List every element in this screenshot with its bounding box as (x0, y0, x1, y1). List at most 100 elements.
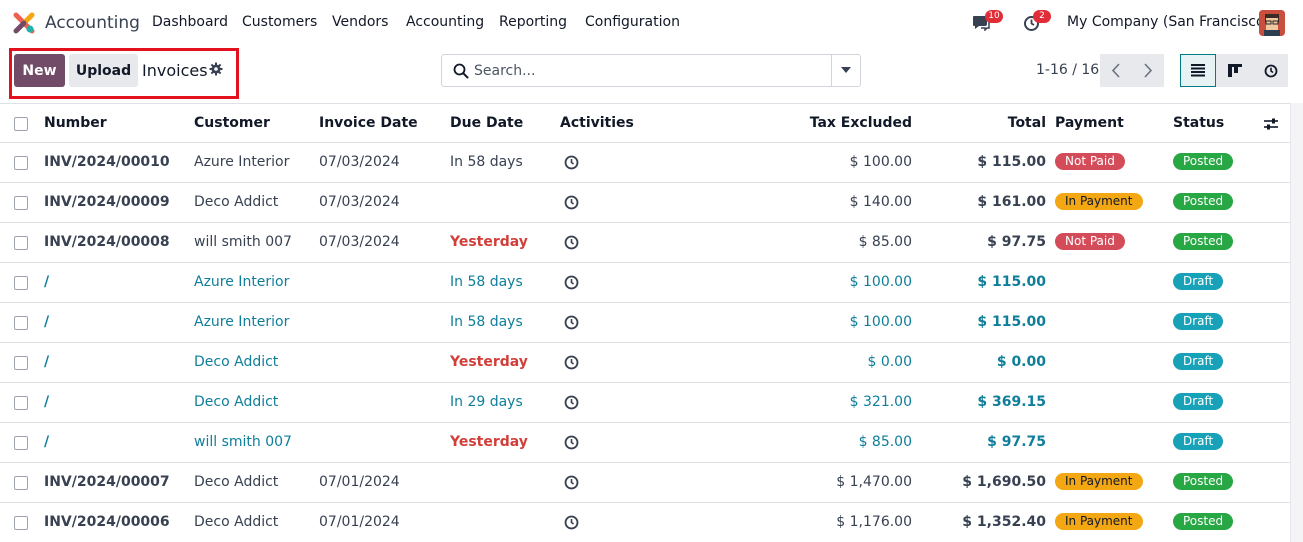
gear-icon[interactable] (209, 62, 223, 76)
column-payment[interactable]: Payment (1055, 104, 1124, 144)
table-row[interactable]: INV/2024/00006 Deco Addict 07/01/2024 $ 1,1… (0, 503, 1290, 542)
table-row[interactable]: INV/2024/00009 Deco Addict 07/03/2024 $ 140… (0, 183, 1290, 223)
search-options-toggle[interactable] (831, 55, 860, 86)
top-navbar: Accounting Dashboard Customers Vendors A… (0, 0, 1303, 46)
menu-customers[interactable]: Customers (242, 14, 317, 30)
row-total: $ 115.00 (977, 274, 1046, 290)
table-row[interactable]: INV/2024/00008 will smith 007 07/03/2024 Ye… (0, 223, 1290, 263)
column-status[interactable]: Status (1173, 104, 1224, 144)
list-view-button[interactable] (1180, 54, 1216, 87)
status-badge: Posted (1173, 192, 1234, 210)
pager-next-button[interactable] (1132, 54, 1164, 87)
activity-clock-icon[interactable] (564, 355, 579, 370)
row-customer: Azure Interior (194, 314, 290, 330)
row-tax-excluded: $ 1,470.00 (836, 474, 912, 490)
activity-clock-icon[interactable] (564, 275, 579, 290)
row-tax-excluded: $ 140.00 (849, 194, 912, 210)
row-due-date: In 29 days (450, 394, 523, 410)
pager-previous-button[interactable] (1100, 54, 1132, 87)
caret-down-icon (841, 67, 851, 73)
app-name[interactable]: Accounting (45, 13, 140, 33)
page-title[interactable]: Invoices (142, 61, 208, 80)
row-number: / (44, 274, 50, 290)
menu-dashboard[interactable]: Dashboard (152, 14, 228, 30)
table-row[interactable]: / Deco Addict Yesterday $ 0.00 $ 0.00 Draft (0, 343, 1290, 383)
company-switcher[interactable]: My Company (San Francisco) (1067, 14, 1270, 30)
activities-button[interactable]: 2 (1022, 10, 1052, 36)
row-checkbox[interactable] (14, 516, 28, 530)
menu-configuration[interactable]: Configuration (585, 14, 680, 30)
activity-clock-icon[interactable] (564, 515, 579, 530)
row-customer: Deco Addict (194, 394, 279, 410)
column-activities[interactable]: Activities (560, 104, 634, 144)
list-icon (1191, 64, 1205, 77)
row-checkbox[interactable] (14, 196, 28, 210)
menu-vendors[interactable]: Vendors (332, 14, 388, 30)
accounting-app-icon[interactable] (13, 12, 35, 34)
pager-value[interactable]: 1-16 / 16 (1036, 62, 1099, 78)
search-bar (441, 54, 861, 87)
row-customer: will smith 007 (194, 234, 292, 250)
activities-badge: 2 (1033, 10, 1051, 23)
row-checkbox[interactable] (14, 356, 28, 370)
row-checkbox[interactable] (14, 316, 28, 330)
table-header: Number Customer Invoice Date Due Date Ac… (0, 103, 1290, 143)
activity-clock-icon[interactable] (564, 395, 579, 410)
table-row[interactable]: / Azure Interior In 58 days $ 100.00 $ 115.0… (0, 263, 1290, 303)
menu-accounting[interactable]: Accounting (406, 14, 484, 30)
row-checkbox[interactable] (14, 436, 28, 450)
activity-clock-icon[interactable] (564, 155, 579, 170)
table-row[interactable]: / Deco Addict In 29 days $ 321.00 $ 369.15 Dr… (0, 383, 1290, 423)
row-checkbox[interactable] (14, 396, 28, 410)
kanban-icon (1228, 64, 1242, 77)
row-checkbox[interactable] (14, 156, 28, 170)
messages-button[interactable]: 10 (970, 10, 1010, 36)
new-button[interactable]: New (14, 54, 65, 87)
kanban-view-button[interactable] (1216, 54, 1252, 87)
row-number: / (44, 314, 50, 330)
row-due-date: Yesterday (450, 354, 528, 370)
upload-button[interactable]: Upload (69, 54, 138, 87)
row-due-date: In 58 days (450, 154, 523, 170)
row-number: / (44, 354, 50, 370)
activity-clock-icon[interactable] (564, 475, 579, 490)
status-badge: Draft (1173, 352, 1224, 370)
activity-view-button[interactable] (1252, 54, 1288, 87)
row-checkbox[interactable] (14, 276, 28, 290)
row-checkbox[interactable] (14, 476, 28, 490)
row-customer: Azure Interior (194, 274, 290, 290)
activity-clock-icon[interactable] (564, 315, 579, 330)
activity-clock-icon[interactable] (564, 235, 579, 250)
table-row[interactable]: / Azure Interior In 58 days $ 100.00 $ 115.0… (0, 303, 1290, 343)
search-input[interactable] (474, 59, 824, 83)
status-badge: Draft (1173, 312, 1224, 330)
row-customer: Azure Interior (194, 154, 290, 170)
column-total[interactable]: Total (930, 104, 1046, 144)
optional-columns-icon[interactable] (1263, 117, 1279, 131)
row-invoice-date: 07/01/2024 (319, 474, 400, 490)
row-due-date: Yesterday (450, 434, 528, 450)
row-tax-excluded: $ 100.00 (849, 274, 912, 290)
row-customer: Deco Addict (194, 514, 279, 530)
menu-reporting[interactable]: Reporting (499, 14, 567, 30)
column-invoice-date[interactable]: Invoice Date (319, 104, 418, 144)
row-customer: Deco Addict (194, 474, 279, 490)
column-number[interactable]: Number (44, 104, 107, 144)
table-row[interactable]: INV/2024/00007 Deco Addict 07/01/2024 $ 1,4… (0, 463, 1290, 503)
status-badge: Draft (1173, 432, 1224, 450)
column-due-date[interactable]: Due Date (450, 104, 523, 144)
column-customer[interactable]: Customer (194, 104, 270, 144)
row-tax-excluded: $ 85.00 (858, 434, 912, 450)
row-customer: Deco Addict (194, 354, 279, 370)
table-row[interactable]: / will smith 007 Yesterday $ 85.00 $ 97.75 Dr… (0, 423, 1290, 463)
activity-clock-icon[interactable] (564, 435, 579, 450)
select-all-checkbox[interactable] (14, 117, 28, 131)
row-due-date: In 58 days (450, 314, 523, 330)
user-avatar[interactable] (1259, 10, 1285, 36)
row-checkbox[interactable] (14, 236, 28, 250)
column-tax-excluded[interactable]: Tax Excluded (760, 104, 912, 144)
table-row[interactable]: INV/2024/00010 Azure Interior 07/03/2024 In… (0, 143, 1290, 183)
activity-clock-icon[interactable] (564, 195, 579, 210)
row-tax-excluded: $ 85.00 (858, 234, 912, 250)
table-scrollbar[interactable] (1290, 103, 1303, 542)
